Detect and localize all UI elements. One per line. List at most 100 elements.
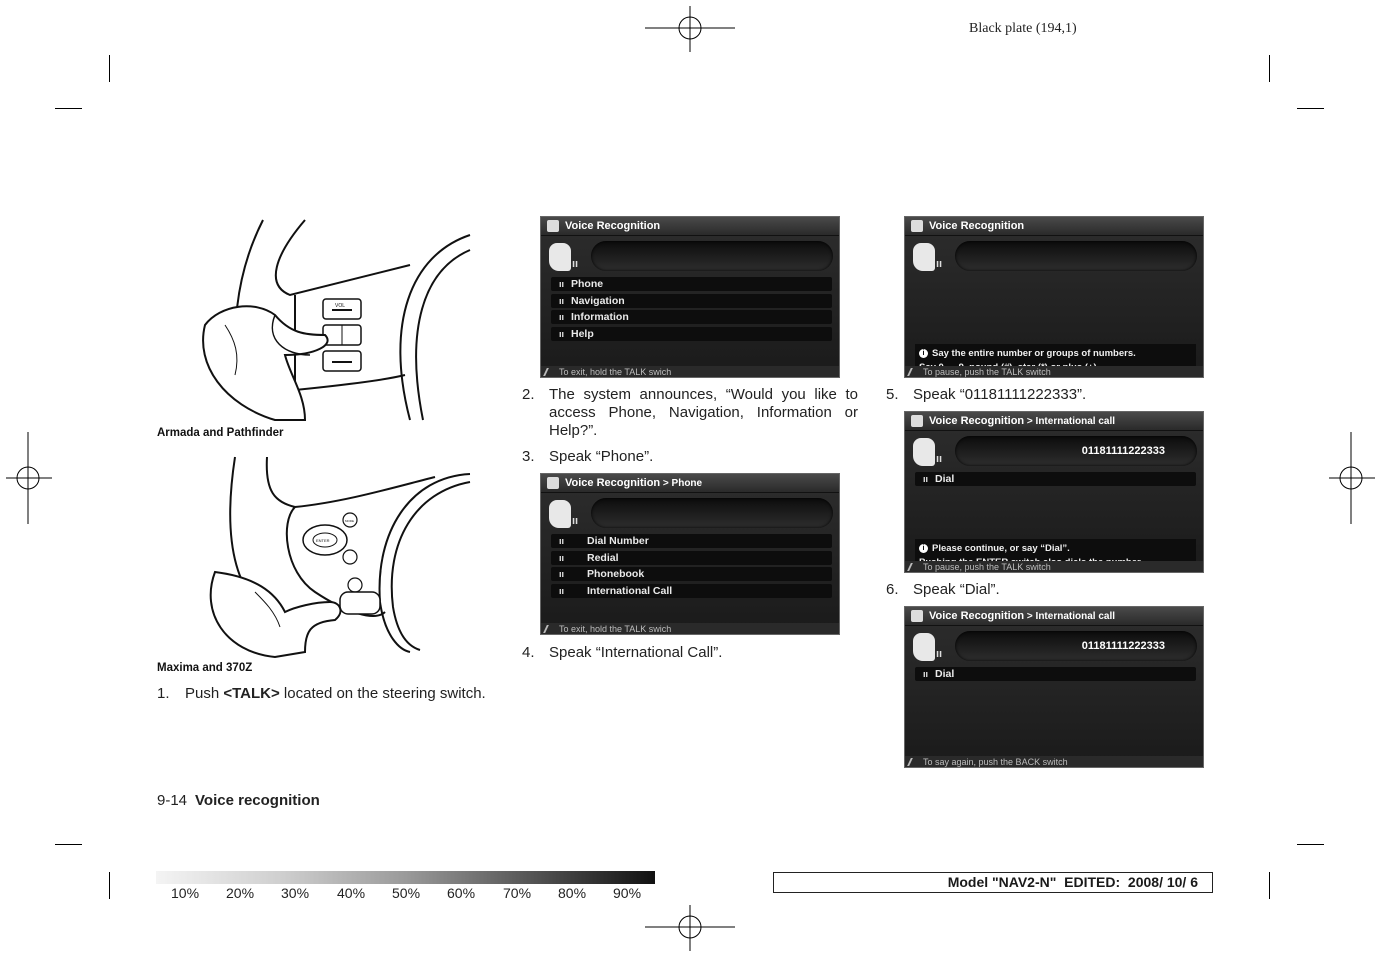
menu-item-label: Dial [935, 473, 955, 485]
screen-footer: To exit, hold the TALK swich [541, 623, 839, 634]
density-label: 70% [503, 885, 532, 901]
menu-item-label: Dial [935, 668, 955, 680]
menu-item-information[interactable]: ıı Information [551, 310, 832, 324]
registration-mark-left [6, 432, 52, 524]
crop-mark [109, 872, 110, 899]
screen-footer-text: To pause, push the TALK switch [923, 367, 1051, 377]
screen-footer-text: To exit, hold the TALK swich [559, 624, 672, 634]
step-text: Push <TALK> located on the steering swit… [185, 685, 494, 703]
model-edited: " EDITED: 2008/ 10/ 6 [1049, 874, 1198, 890]
crop-mark [55, 108, 82, 109]
voice-icon: ıı [923, 669, 929, 679]
menu-item-label: Phone [571, 278, 604, 290]
steering-switch-illustration-maxima: ENTER MODE [209, 456, 471, 659]
step-text: The system announces, “Would you like to… [549, 386, 858, 439]
screen-footer-text: To pause, push the TALK switch [923, 562, 1051, 572]
screen-title-text: Voice Recognition [929, 220, 1025, 232]
talk-switch-icon [907, 563, 921, 571]
menu-item-redial[interactable]: ıı Redial [551, 551, 832, 565]
menu-item-label: International Call [587, 585, 673, 597]
step-number: 3. [522, 448, 535, 465]
section-title: Voice recognition [195, 792, 320, 809]
model-info-box: Model "NAV2-N" EDITED: 2008/ 10/ 6 [773, 872, 1213, 893]
voice-recognition-icon [547, 220, 559, 232]
screen-title: Voice Recognition > International call [905, 607, 1203, 626]
screen-title: Voice Recognition [541, 217, 839, 236]
menu-item-international-call[interactable]: ıı International Call [551, 584, 832, 598]
recognition-field [591, 241, 833, 271]
screen-voice-recognition-phone: Voice Recognition > Phone ıı ıı Dial Numb… [540, 473, 840, 635]
info-line-1: Say the entire number or groups of numbe… [932, 348, 1136, 359]
menu-item-dial[interactable]: ıı Dial [915, 472, 1196, 486]
menu-item-dial[interactable]: ıı Dial [915, 667, 1196, 681]
screen-breadcrumb: > Phone [660, 478, 703, 489]
menu-item-phonebook[interactable]: ıı Phonebook [551, 567, 832, 581]
page-footer: 9-14 Voice recognition [157, 792, 320, 809]
voice-recognition-icon [911, 610, 923, 622]
talking-head-icon [913, 243, 935, 271]
step-number: 2. [522, 386, 535, 403]
sound-waves-icon: ıı [936, 453, 943, 465]
density-label: 30% [281, 885, 310, 901]
screen-footer: To exit, hold the TALK swich [541, 366, 839, 377]
menu-item-label: Help [571, 328, 594, 340]
recognition-field [591, 498, 833, 528]
talking-head-icon [913, 438, 935, 466]
sound-waves-icon: ıı [936, 258, 943, 270]
crop-mark [1269, 55, 1270, 82]
step-text-post: located on the steering switch. [279, 685, 486, 702]
sound-waves-icon: ıı [572, 515, 579, 527]
step-2: 2. The system announces, “Would you like… [522, 386, 858, 442]
step-3: 3. Speak “Phone”. [522, 448, 858, 468]
voice-icon: ıı [559, 586, 565, 596]
voice-recognition-icon [547, 477, 559, 489]
voice-recognition-icon [911, 220, 923, 232]
crop-mark [1297, 844, 1324, 845]
screen-title: Voice Recognition [905, 217, 1203, 236]
voice-icon: ıı [559, 329, 565, 339]
step-4: 4. Speak “International Call”. [522, 644, 858, 664]
step-5: 5. Speak “01181111222333”. [886, 386, 1206, 406]
screen-footer-text: To say again, push the BACK switch [923, 757, 1068, 767]
menu-item-label: Redial [587, 552, 619, 564]
recognition-field: 01181111222333 [955, 631, 1197, 661]
menu-item-label: Navigation [571, 295, 625, 307]
model-prefix: Model " [947, 874, 999, 890]
voice-icon: ıı [559, 296, 565, 306]
plate-label: Black plate (194,1) [969, 21, 1077, 36]
step-text: Speak “Phone”. [549, 448, 654, 465]
enter-label: ENTER [316, 538, 330, 543]
page-number: 9-14 [157, 792, 188, 809]
info-icon: i [919, 543, 928, 553]
talk-switch-icon [543, 625, 557, 633]
screen-title-text: Voice Recognition [929, 415, 1025, 427]
screen-title-text: Voice Recognition [565, 220, 661, 232]
screen-footer-text: To exit, hold the TALK swich [559, 367, 672, 377]
step-1: 1. Push <TALK> located on the steering s… [157, 685, 494, 725]
talking-head-icon [549, 243, 571, 271]
screen-international-dial: Voice Recognition > International call ı… [904, 606, 1204, 768]
step-text: Speak “01181111222333”. [913, 386, 1087, 403]
menu-item-help[interactable]: ıı Help [551, 327, 832, 341]
menu-item-dial-number[interactable]: ıı Dial Number [551, 534, 832, 548]
menu-item-label: Information [571, 311, 629, 323]
step-number: 4. [522, 644, 535, 661]
mode-label: MODE [345, 519, 354, 523]
talk-switch-icon [907, 368, 921, 376]
menu-item-label: Phonebook [587, 568, 645, 580]
voice-icon: ıı [559, 279, 565, 289]
dialed-number: 01181111222333 [1081, 445, 1165, 457]
menu-item-phone[interactable]: ıı Phone [551, 277, 832, 291]
step-number: 5. [886, 386, 899, 403]
screen-title-text: Voice Recognition [565, 477, 661, 489]
crop-mark [1269, 872, 1270, 899]
screen-title-text: Voice Recognition [929, 610, 1025, 622]
screen-title: Voice Recognition > International call [905, 412, 1203, 431]
recognition-field: 01181111222333 [955, 436, 1197, 466]
talking-head-icon [913, 633, 935, 661]
voice-icon: ıı [559, 312, 565, 322]
step-text-pre: Push [185, 685, 224, 702]
density-label: 60% [447, 885, 476, 901]
screen-breadcrumb: > International call [1024, 611, 1115, 622]
menu-item-navigation[interactable]: ıı Navigation [551, 294, 832, 308]
